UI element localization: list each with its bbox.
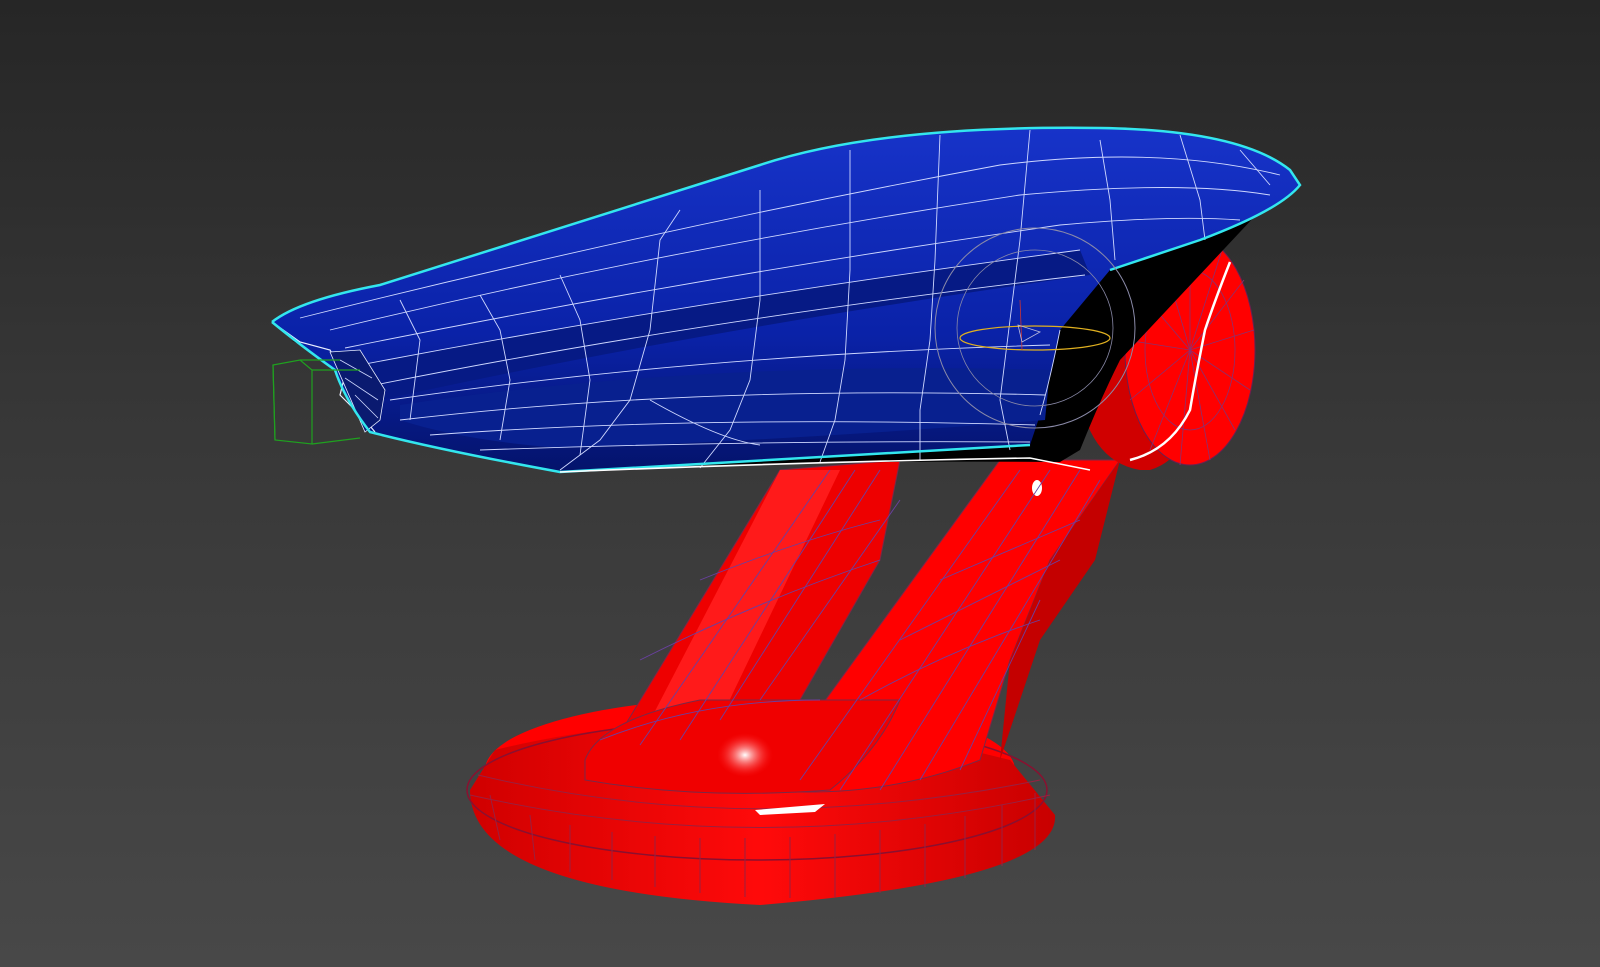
- viewport-scene[interactable]: [0, 0, 1600, 967]
- specular-highlight-small: [1032, 480, 1042, 496]
- 3d-viewport[interactable]: [0, 0, 1600, 967]
- specular-highlight: [717, 733, 773, 777]
